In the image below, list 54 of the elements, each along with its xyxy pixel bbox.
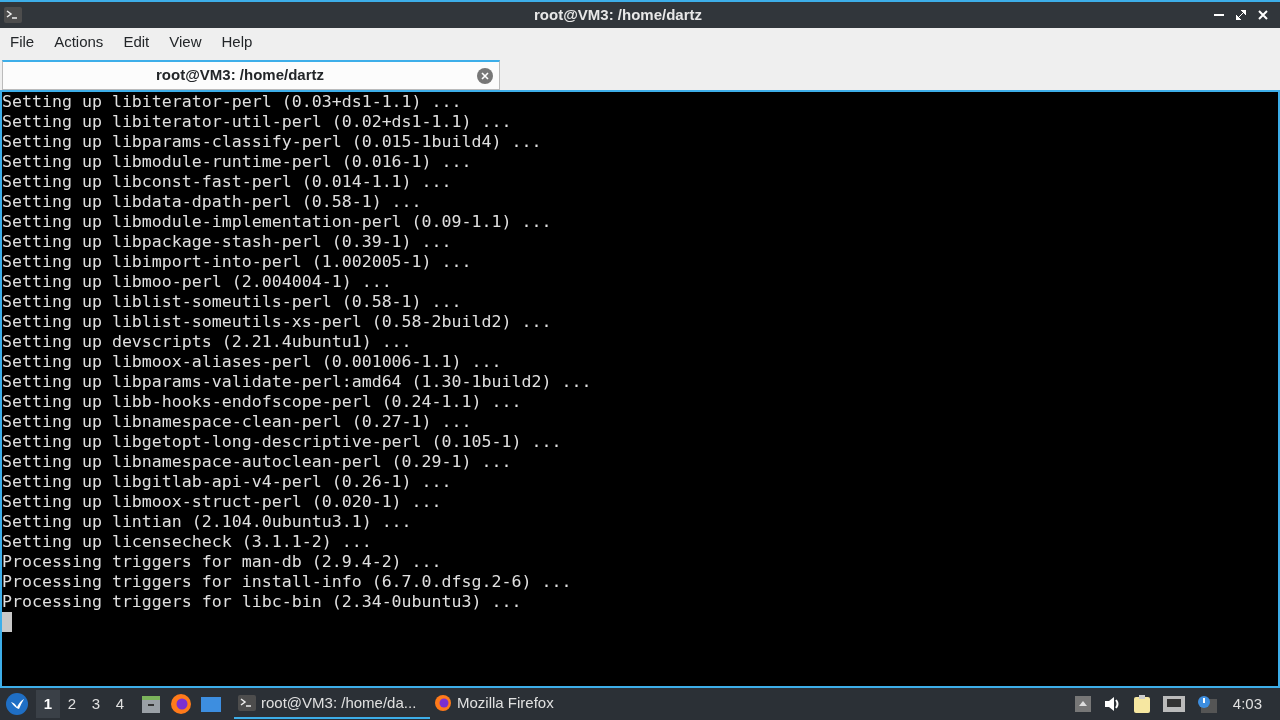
workspace-button[interactable]: 4 [108,690,132,718]
terminal-line: Setting up libparams-classify-perl (0.015-1build4) ... [2,132,543,152]
terminal-line: Setting up libmoox-struct-perl (0.020-1) ... [2,492,443,512]
menu-item[interactable]: Actions [46,31,112,54]
workspace-button[interactable]: 2 [60,690,84,718]
cursor [2,612,12,632]
terminal-line: Setting up libgitlab-api-v4-perl (0.26-1) ... [2,472,453,492]
maximize-icon[interactable] [1236,10,1246,20]
terminal-line: Setting up libgetopt-long-descriptive-perl (0.105-1) ... [2,432,563,452]
terminal-icon [4,7,22,23]
terminal-line: Setting up libiterator-util-perl (0.02+ds1-1.1) ... [2,112,513,132]
terminal-icon [238,695,256,711]
terminal-line: Setting up libpackage-stash-perl (0.39-1) ... [2,232,453,252]
terminal-line: Setting up libparams-validate-perl:amd64 (1.30-1build2) ... [2,372,593,392]
close-icon[interactable] [1258,10,1268,20]
terminal-line: Processing triggers for man-db (2.9.4-2) ... [2,552,443,572]
menu-item[interactable]: Edit [115,31,158,54]
terminal-line: Setting up libnamespace-autoclean-perl (0.29-1) ... [2,452,513,472]
terminal-line: Setting up libimport-into-perl (1.002005-1) ... [2,252,473,272]
firefox-icon[interactable] [170,693,192,715]
menu-item[interactable]: View [161,31,210,54]
workspace-button[interactable]: 3 [84,690,108,718]
eject-icon[interactable] [1074,696,1091,712]
taskbar-button[interactable]: Mozilla Firefox [430,689,558,719]
tab-label: root@VM3: /home/dartz [155,65,325,86]
terminal-line: Setting up libdata-dpath-perl (0.58-1) ... [2,192,423,212]
terminal-line: Processing triggers for install-info (6.7.0.dfsg.2-6) ... [2,572,573,592]
terminal-line: Setting up libmoo-perl (2.004004-1) ... [2,272,393,292]
terminal-line: Setting up devscripts (2.21.4ubuntu1) ... [2,332,413,352]
clipboard-icon[interactable] [1132,694,1151,714]
taskbar-button[interactable]: root@VM3: /home/da... [234,689,430,719]
terminal-line: Processing triggers for libc-bin (2.34-0ubuntu3) ... [2,592,523,612]
terminal-line: Setting up libnamespace-clean-perl (0.27-1) ... [2,412,473,432]
terminal-line: Setting up liblist-someutils-xs-perl (0.58-2build2) ... [2,312,553,332]
menu-item[interactable]: Help [213,31,261,54]
firefox-icon [434,695,452,711]
network-icon[interactable] [1162,696,1185,712]
terminal-line: Setting up licensecheck (3.1.1-2) ... [2,532,373,552]
terminal-line: Setting up liblist-someutils-perl (0.58-1) ... [2,292,463,312]
window-title: root@VM3: /home/dartz [534,4,702,25]
notification-icon[interactable] [1196,695,1217,713]
terminal-line: Setting up libb-hooks-endofscope-perl (0.24-1.1) ... [2,392,523,412]
terminal-line: Setting up libmodule-implementation-perl (0.09-1.1) ... [2,212,553,232]
menu-item[interactable]: File [2,31,43,54]
terminal-line: Setting up libmoox-aliases-perl (0.001006-1.1) ... [2,352,503,372]
workspace-button[interactable]: 1 [36,690,60,718]
tab[interactable]: root@VM3: /home/dartz [2,60,500,90]
file-cabinet-icon[interactable] [140,693,162,715]
terminal-line: Setting up libmodule-runtime-perl (0.016-1) ... [2,152,473,172]
terminal-line: Setting up libiterator-perl (0.03+ds1-1.1) ... [2,92,463,112]
clock[interactable]: 4:03 [1232,692,1262,716]
terminal-line: Setting up lintian (2.104.0ubuntu3.1) ... [2,512,413,532]
terminal-line: Setting up libconst-fast-perl (0.014-1.1) ... [2,172,453,192]
speaker-icon[interactable] [1102,696,1121,712]
